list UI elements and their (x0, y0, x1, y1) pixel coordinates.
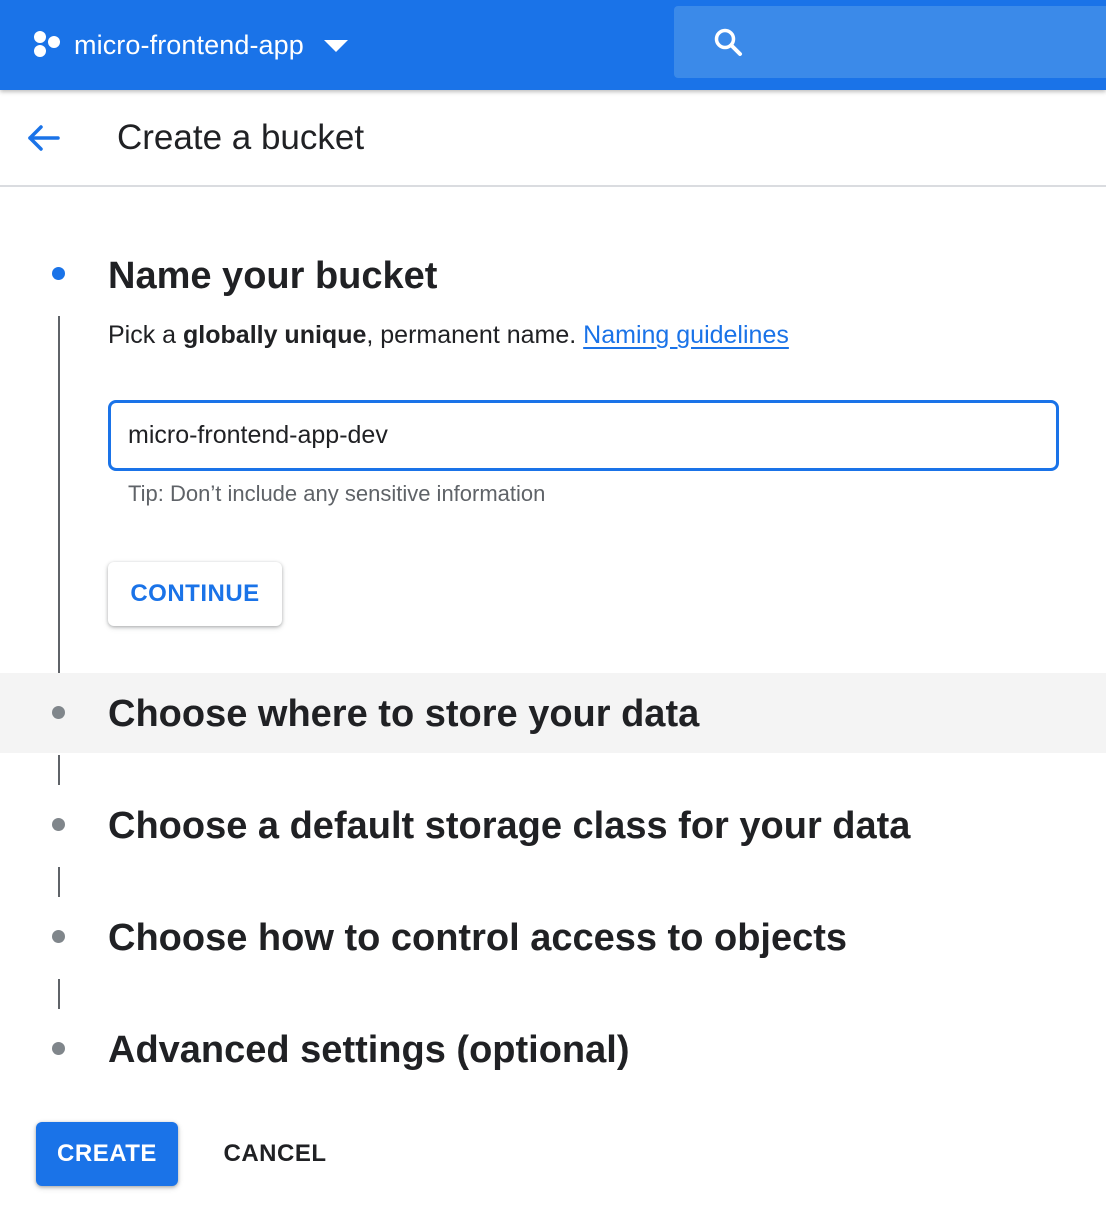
bucket-name-input[interactable] (108, 400, 1059, 471)
description-suffix: , permanent name. (366, 321, 584, 349)
step-title-location[interactable]: Choose where to store your data (108, 691, 699, 737)
step-indicator (52, 706, 65, 719)
continue-button[interactable]: CONTINUE (108, 562, 282, 626)
search-bar[interactable] (674, 6, 1106, 78)
create-button[interactable]: CREATE (36, 1122, 178, 1186)
step-description: Pick a globally unique, permanent name. … (108, 319, 789, 351)
step-indicator (52, 1042, 65, 1055)
top-app-bar: micro-frontend-app (0, 0, 1106, 90)
step-title-storage-class[interactable]: Choose a default storage class for your … (108, 803, 910, 849)
arrow-back-icon (28, 125, 60, 151)
step-connector (58, 979, 60, 1009)
input-tip: Tip: Don’t include any sensitive informa… (128, 481, 546, 506)
step-indicator (52, 930, 65, 943)
cancel-button[interactable]: CANCEL (206, 1122, 344, 1186)
page-header: Create a bucket (0, 90, 1106, 187)
back-button[interactable] (24, 118, 64, 158)
naming-guidelines-link[interactable]: Naming guidelines (583, 321, 789, 349)
page-title: Create a bucket (117, 118, 365, 157)
step-indicator (52, 818, 65, 831)
step-title-access-control[interactable]: Choose how to control access to objects (108, 915, 847, 961)
step-title-advanced-settings[interactable]: Advanced settings (optional) (108, 1027, 629, 1073)
step-indicator-active (52, 267, 65, 280)
step-connector (58, 755, 60, 785)
description-emphasis: globally unique (183, 321, 367, 349)
caret-down-icon (323, 40, 348, 52)
project-name: micro-frontend-app (74, 29, 304, 60)
step-title-name-bucket[interactable]: Name your bucket (108, 253, 437, 299)
description-prefix: Pick a (108, 321, 184, 349)
step-connector (58, 316, 60, 673)
step-connector (58, 867, 60, 897)
hexagon-cluster-icon (34, 31, 60, 57)
search-icon (714, 28, 742, 56)
project-selector[interactable]: micro-frontend-app (30, 22, 348, 68)
